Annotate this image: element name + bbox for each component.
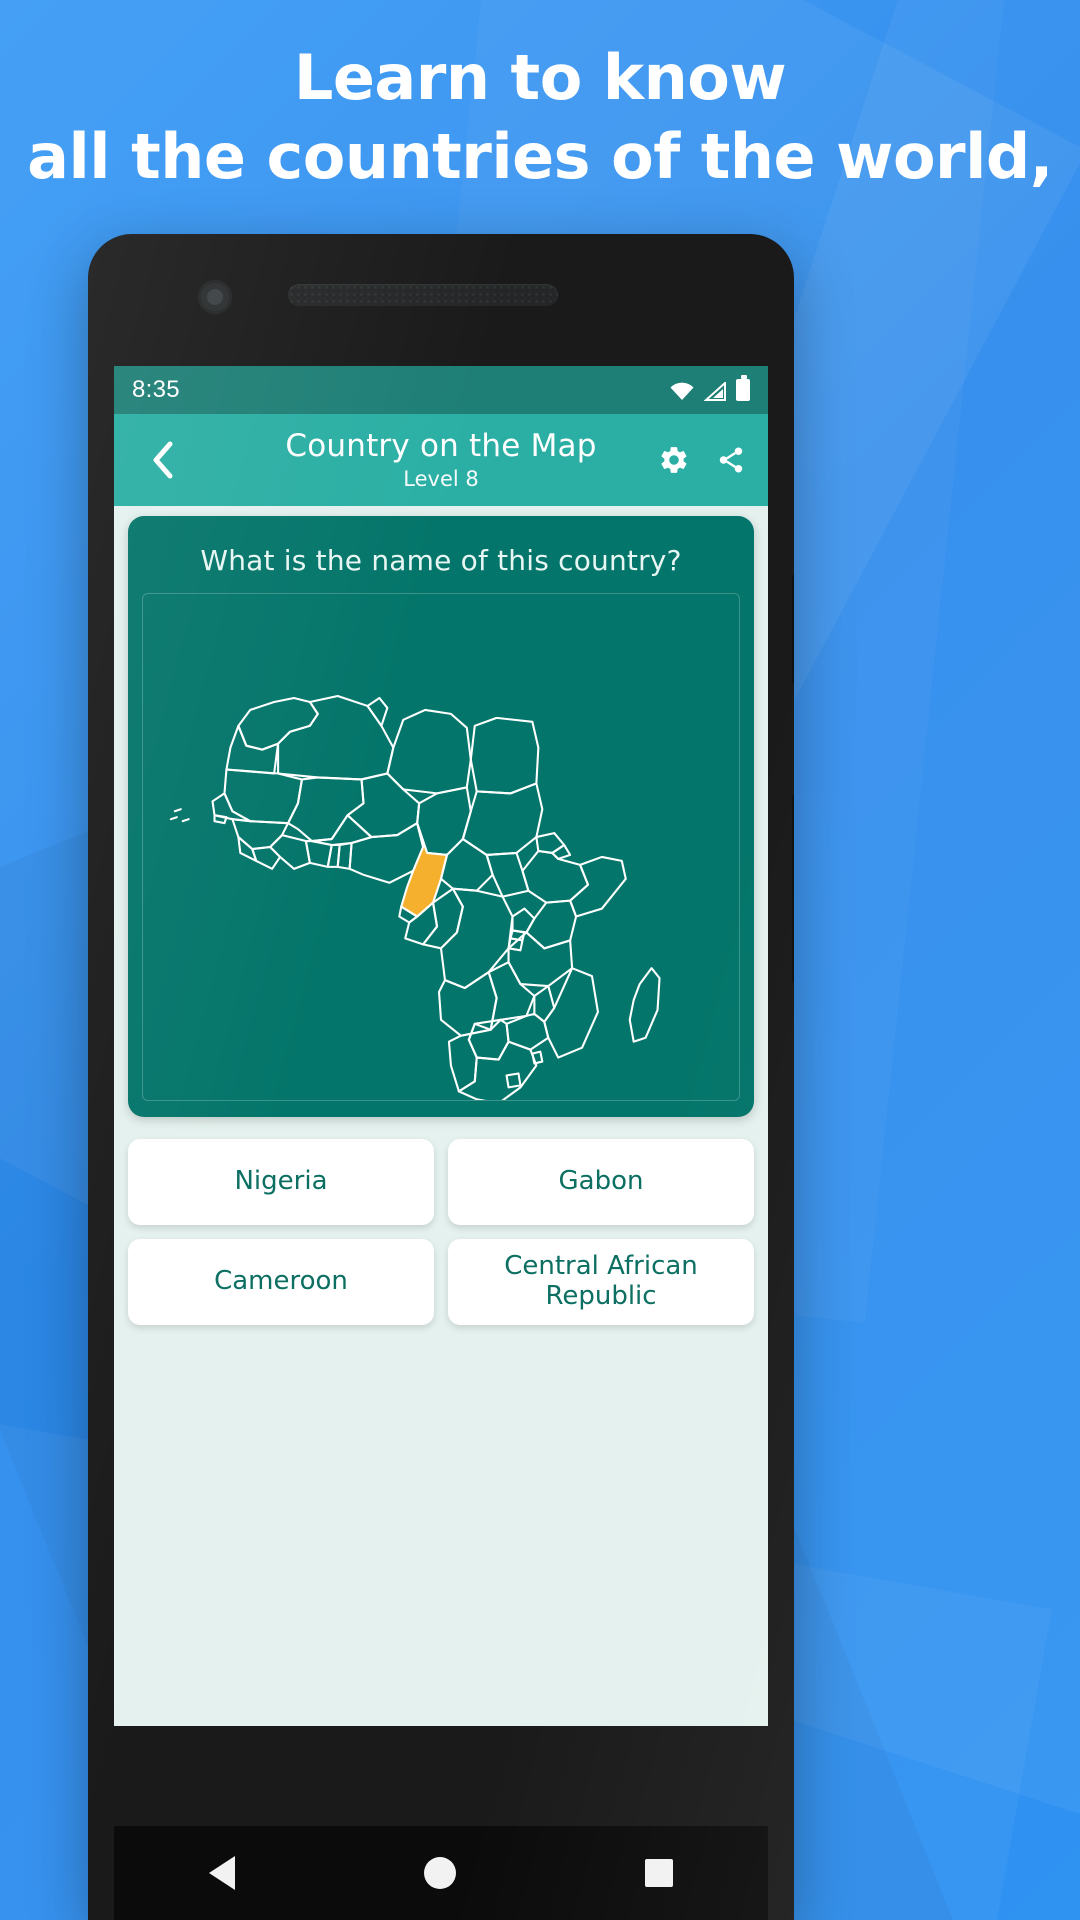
answer-button-2[interactable]: Cameroon (128, 1239, 434, 1325)
phone-mockup: 8:35 Country on the Map Level 8 What is … (88, 234, 794, 1920)
answer-button-1[interactable]: Gabon (448, 1139, 754, 1225)
promo-headline-line-2: all the countries of the world, (27, 120, 1053, 194)
app-bar: Country on the Map Level 8 (114, 414, 768, 506)
earpiece-speaker (288, 284, 558, 306)
answer-button-3[interactable]: Central African Republic (448, 1239, 754, 1325)
battery-icon (736, 375, 750, 401)
phone-volume-button (792, 794, 794, 984)
wifi-icon (670, 382, 694, 400)
promo-headline: Learn to know all the countries of the w… (0, 38, 1080, 197)
promo-headline-line-1: Learn to know (293, 41, 787, 114)
status-bar-clock: 8:35 (132, 376, 180, 403)
signal-icon (704, 382, 726, 401)
gear-icon[interactable] (658, 444, 690, 476)
question-text: What is the name of this country? (200, 544, 682, 577)
answer-button-0[interactable]: Nigeria (128, 1139, 434, 1225)
chevron-left-icon (153, 441, 173, 479)
phone-top-bezel (88, 234, 794, 366)
app-bar-actions (658, 444, 746, 476)
africa-map[interactable] (143, 594, 739, 1100)
status-bar-icons (669, 375, 750, 401)
question-card: What is the name of this country? (128, 516, 754, 1117)
answer-options: Nigeria Gabon Cameroon Central African R… (128, 1139, 754, 1325)
map-frame (142, 593, 740, 1101)
page-title: Country on the Map (285, 427, 597, 464)
front-camera-icon (198, 280, 232, 314)
nav-home-circle-icon[interactable] (423, 1857, 456, 1889)
phone-power-button (792, 574, 794, 684)
highlighted-country-cameroon (400, 822, 449, 918)
android-navigation-bar (114, 1826, 768, 1920)
phone-screen: 8:35 Country on the Map Level 8 What is … (114, 366, 768, 1726)
share-icon[interactable] (716, 445, 746, 475)
quiz-content: What is the name of this country? Nigeri… (114, 516, 768, 1726)
status-bar: 8:35 (114, 366, 768, 414)
nav-back-triangle-icon[interactable] (208, 1856, 235, 1890)
nav-recents-square-icon[interactable] (645, 1859, 674, 1887)
level-subtitle: Level 8 (403, 467, 479, 492)
back-button[interactable] (136, 433, 190, 487)
